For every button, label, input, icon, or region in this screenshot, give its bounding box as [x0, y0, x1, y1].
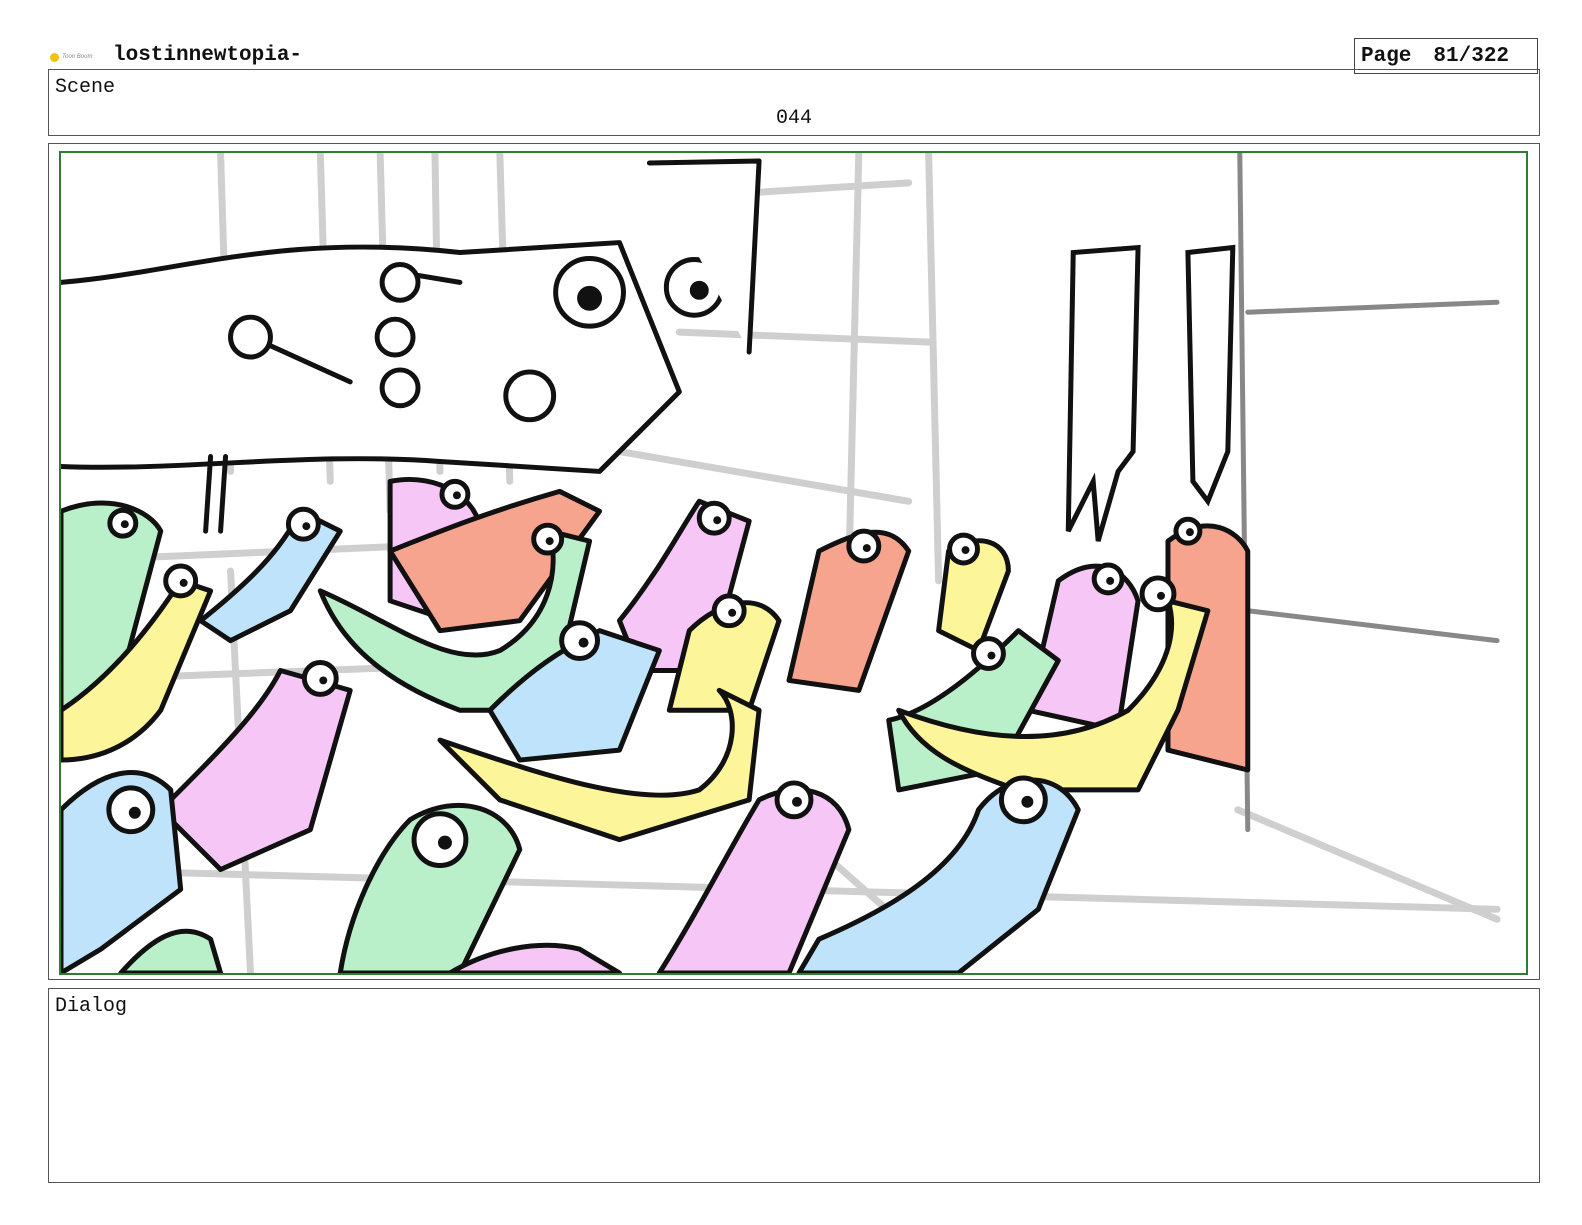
scene-number: 044	[775, 107, 812, 130]
scene-label: Scene	[55, 76, 116, 99]
logo-icon	[50, 52, 59, 62]
logo-text: Toon Boom	[62, 54, 93, 60]
dialog-label: Dialog	[55, 995, 128, 1018]
storyboard-drawing	[61, 153, 1501, 973]
toon-boom-logo: Toon Boom	[50, 50, 100, 64]
project-title: lostinnewtopia-	[113, 44, 303, 67]
scene-field: Scene 044	[48, 69, 1540, 136]
storyboard-panel	[59, 151, 1528, 975]
dialog-field: Dialog	[48, 988, 1540, 1183]
page-value: 81/322	[1433, 44, 1510, 68]
page-label: Page	[1361, 44, 1412, 68]
